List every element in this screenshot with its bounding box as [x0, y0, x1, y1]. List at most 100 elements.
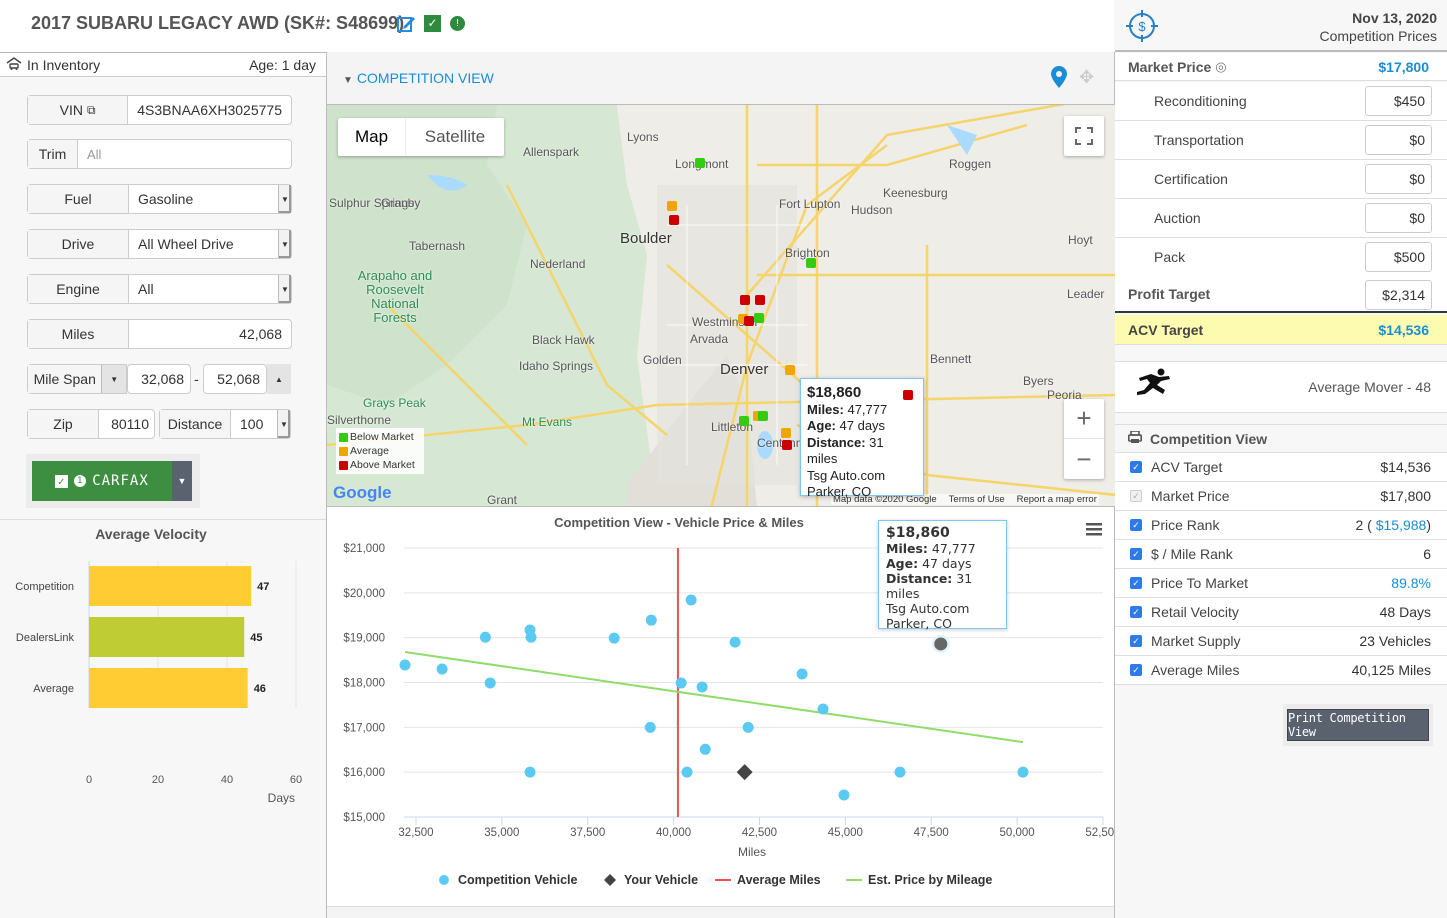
check-icon[interactable]: ✓: [424, 15, 441, 32]
bar[interactable]: [89, 617, 245, 657]
mile-span-from-input[interactable]: 32,068: [127, 364, 191, 394]
map-type-map-button[interactable]: Map: [338, 118, 406, 156]
checkbox[interactable]: ✓: [1130, 490, 1142, 502]
checkbox[interactable]: ✓: [1130, 606, 1142, 618]
engine-select[interactable]: Engine All ▼: [27, 274, 292, 304]
legend-item[interactable]: Competition Vehicle: [458, 873, 578, 887]
drive-select[interactable]: Drive All Wheel Drive ▼: [27, 229, 292, 259]
average-velocity-chart: Average Velocity Competition 47 DealersLin…: [15, 526, 302, 805]
competition-point[interactable]: [675, 677, 687, 689]
map-vehicle-marker[interactable]: [785, 365, 795, 375]
competition-point[interactable]: [399, 659, 411, 671]
competition-point[interactable]: [525, 631, 537, 643]
report-map-error-link[interactable]: Report a map error: [1017, 494, 1097, 505]
checkbox[interactable]: ✓: [1130, 577, 1142, 589]
competition-point[interactable]: [479, 631, 491, 643]
map-vehicle-marker[interactable]: [740, 295, 750, 305]
competition-point[interactable]: [645, 614, 657, 626]
competition-point[interactable]: [894, 766, 906, 778]
map-vehicle-marker[interactable]: [806, 258, 816, 268]
chevron-down-icon[interactable]: ▼: [278, 230, 291, 258]
competition-view-toggle[interactable]: ▼ COMPETITION VIEW: [343, 70, 494, 86]
price-rank-link[interactable]: $15,988: [1376, 517, 1427, 533]
legend-item[interactable]: Est. Price by Mileage: [868, 873, 992, 887]
competition-point[interactable]: [1017, 766, 1029, 778]
competition-point[interactable]: [484, 677, 496, 689]
miles-input[interactable]: 42,068: [129, 320, 291, 348]
map-vehicle-marker[interactable]: [669, 215, 679, 225]
map-vehicle-marker[interactable]: [758, 411, 768, 421]
chevron-down-icon[interactable]: ▼: [278, 275, 291, 303]
competition-point[interactable]: [644, 721, 656, 733]
competition-point[interactable]: [696, 681, 708, 693]
legend-item[interactable]: Your Vehicle: [624, 873, 698, 887]
vin-value[interactable]: 4S3BNAA6XH3025775: [128, 96, 291, 124]
map-vehicle-marker[interactable]: [695, 158, 705, 168]
fuel-select[interactable]: Fuel Gasoline ▼: [27, 184, 292, 214]
profit-target-input[interactable]: $2,314: [1365, 280, 1432, 310]
mile-span-to-value[interactable]: 52,068: [204, 365, 266, 393]
competition-point[interactable]: [796, 668, 808, 680]
map-pin-icon[interactable]: [1051, 66, 1067, 93]
competition-point[interactable]: [838, 789, 850, 801]
map-type-satellite-button[interactable]: Satellite: [406, 118, 504, 156]
print-competition-view-button[interactable]: Print Competition View: [1287, 709, 1429, 741]
distance-value[interactable]: 100: [231, 410, 277, 438]
checkbox[interactable]: ✓: [1130, 519, 1142, 531]
trim-input[interactable]: All: [78, 140, 291, 168]
carfax-dropdown-icon[interactable]: ▼: [172, 461, 192, 501]
fullscreen-icon[interactable]: [1064, 116, 1104, 156]
edit-icon[interactable]: [396, 14, 415, 32]
engine-value[interactable]: All: [129, 275, 278, 303]
checkbox[interactable]: ✓: [1130, 548, 1142, 560]
map-vehicle-marker[interactable]: [754, 313, 764, 323]
fuel-value[interactable]: Gasoline: [129, 185, 278, 213]
legend-item[interactable]: Average Miles: [737, 873, 821, 887]
mile-span-increase-icon[interactable]: ▲: [267, 364, 291, 394]
carfax-button[interactable]: ✓ 1 CARFAX: [32, 461, 172, 501]
distance-select[interactable]: Distance 100 ▼: [159, 409, 291, 439]
competition-map[interactable]: LyonsLongmontAllensparkRoggenKeenesburgF…: [327, 104, 1116, 506]
competition-point[interactable]: [729, 636, 741, 648]
competition-point[interactable]: [436, 663, 448, 675]
status-dot-icon[interactable]: !: [450, 16, 465, 31]
mile-span-decrease-icon[interactable]: ▼: [101, 365, 126, 393]
chevron-down-icon[interactable]: ▼: [278, 185, 291, 213]
map-vehicle-marker[interactable]: [739, 416, 749, 426]
map-vehicle-marker[interactable]: [781, 428, 791, 438]
terms-link[interactable]: Terms of Use: [949, 494, 1005, 505]
map-vehicle-marker[interactable]: [755, 295, 765, 305]
your-vehicle-point[interactable]: [736, 764, 753, 781]
map-vehicle-marker[interactable]: [744, 316, 754, 326]
bar[interactable]: [89, 566, 252, 606]
competition-point[interactable]: [524, 766, 536, 778]
checkbox[interactable]: ✓: [1130, 635, 1142, 647]
competition-point-selected[interactable]: [934, 637, 948, 651]
checkbox[interactable]: ✓: [1130, 461, 1142, 473]
map-vehicle-marker[interactable]: [782, 440, 792, 450]
competition-point[interactable]: [817, 703, 829, 715]
map-vehicle-marker[interactable]: [667, 201, 677, 211]
mile-span-from-value[interactable]: 32,068: [128, 365, 190, 393]
checkbox[interactable]: ✓: [1130, 664, 1142, 676]
cost-input-pack[interactable]: $500: [1365, 242, 1432, 272]
chevron-down-icon[interactable]: ▼: [277, 410, 290, 438]
competition-point[interactable]: [685, 594, 697, 606]
zoom-in-button[interactable]: +: [1064, 399, 1104, 439]
zoom-out-button[interactable]: −: [1064, 439, 1104, 479]
competition-point[interactable]: [699, 743, 711, 755]
competition-point[interactable]: [681, 766, 693, 778]
chart-menu-icon[interactable]: [1086, 523, 1102, 536]
drive-value[interactable]: All Wheel Drive: [129, 230, 278, 258]
bar[interactable]: [89, 668, 248, 708]
competition-point[interactable]: [608, 632, 620, 644]
cost-input-reconditioning[interactable]: $450: [1365, 86, 1432, 116]
copy-icon[interactable]: ⧉: [87, 103, 96, 118]
cost-input-auction[interactable]: $0: [1365, 203, 1432, 233]
mile-span-to-input[interactable]: 52,068: [203, 364, 267, 394]
competition-point[interactable]: [742, 721, 754, 733]
cost-input-certification[interactable]: $0: [1365, 164, 1432, 194]
zip-input[interactable]: 80110: [99, 410, 154, 438]
cost-input-transportation[interactable]: $0: [1365, 125, 1432, 155]
move-icon[interactable]: ✥: [1079, 67, 1094, 88]
